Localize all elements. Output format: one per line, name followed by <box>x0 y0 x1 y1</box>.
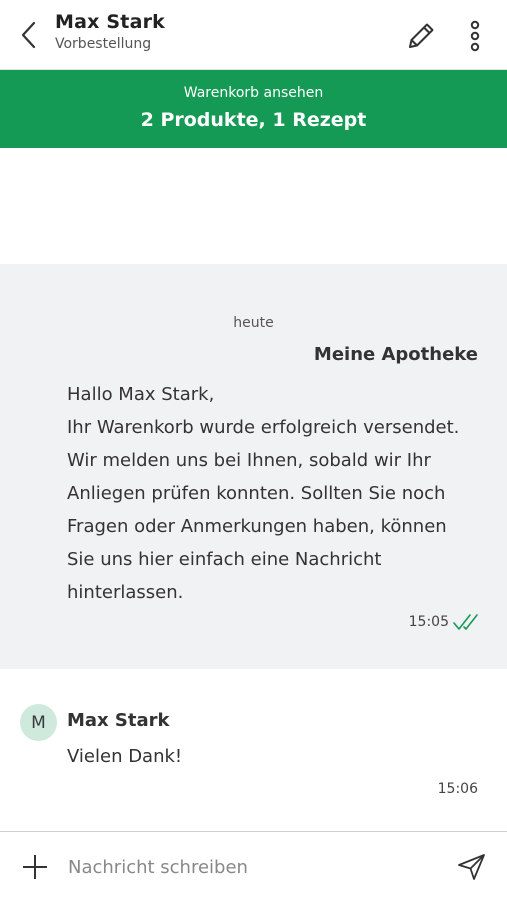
message-sender: Max Stark <box>67 710 170 731</box>
app-header: Max Stark Vorbestellung <box>0 0 507 70</box>
edit-button[interactable] <box>403 18 439 54</box>
plus-icon <box>23 855 47 879</box>
message-user: M Max Stark Vielen Dank! 15:06 <box>0 690 507 830</box>
message-time: 15:05 <box>408 614 449 630</box>
message-line: hinterlassen. <box>67 582 184 603</box>
cart-summary: 2 Produkte, 1 Rezept <box>140 109 367 131</box>
more-options-button[interactable] <box>462 18 488 54</box>
chevron-left-icon <box>21 21 36 49</box>
message-line: Ihr Warenkorb wurde erfolgreich versende… <box>67 417 460 438</box>
view-cart-banner[interactable]: Warenkorb ansehen 2 Produkte, 1 Rezept <box>0 70 507 148</box>
header-title-block: Max Stark Vorbestellung <box>55 11 165 52</box>
send-icon <box>458 854 485 880</box>
message-line: Wir melden uns bei Ihnen, sobald wir Ihr <box>67 450 431 471</box>
day-separator: heute <box>233 315 274 331</box>
message-composer <box>0 831 507 900</box>
message-line: Hallo Max Stark, <box>67 384 215 405</box>
message-input[interactable] <box>68 850 438 884</box>
cart-banner-label: Warenkorb ansehen <box>183 85 324 101</box>
message-sender: Meine Apotheke <box>313 344 478 365</box>
message-line: Fragen oder Anmerkungen haben, können <box>67 516 447 537</box>
send-button[interactable] <box>455 852 489 882</box>
message-body: Hallo Max Stark, Ihr Warenkorb wurde erf… <box>67 378 487 609</box>
back-button[interactable] <box>14 20 44 50</box>
double-check-icon <box>453 614 478 630</box>
page-subtitle: Vorbestellung <box>55 36 152 52</box>
message-line: Anliegen prüfen konnten. Sollten Sie noc… <box>67 483 446 504</box>
more-vertical-icon <box>470 20 480 52</box>
message-meta: 15:05 <box>409 613 479 631</box>
message-time: 15:06 <box>437 781 478 797</box>
page-title: Max Stark <box>55 11 165 33</box>
message-body: Vielen Dank! <box>67 746 183 767</box>
message-line: Sie uns hier einfach eine Nachricht <box>67 549 382 570</box>
pencil-icon <box>409 23 434 48</box>
avatar: M <box>20 704 57 741</box>
attach-button[interactable] <box>20 852 50 882</box>
message-pharmacy: heute Meine Apotheke Hallo Max Stark, Ih… <box>0 264 507 669</box>
